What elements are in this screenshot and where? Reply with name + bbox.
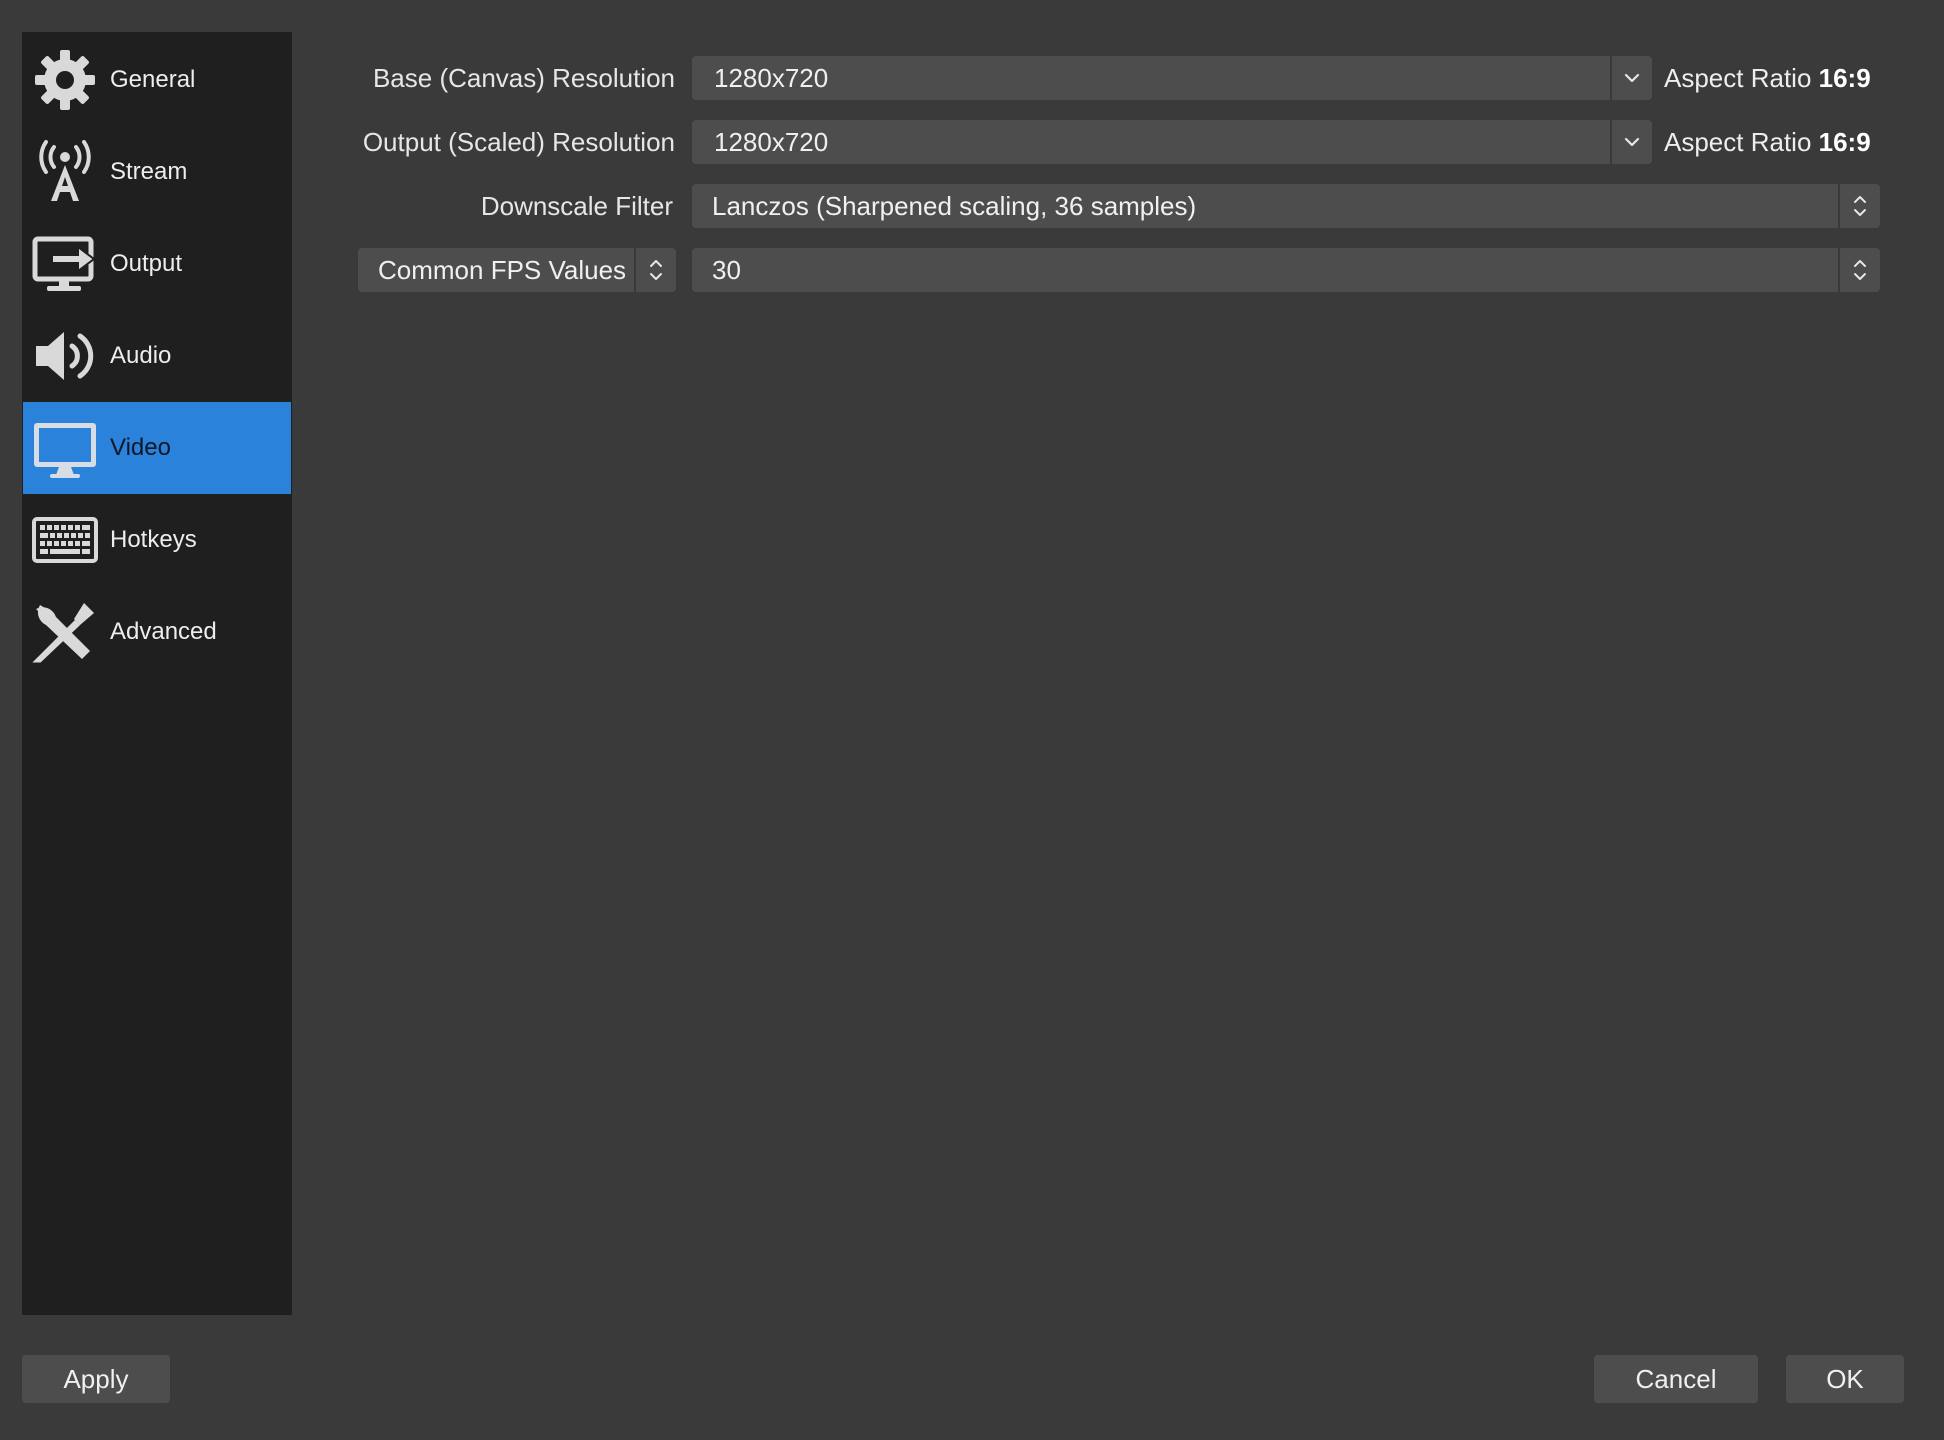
base-resolution-row: Base (Canvas) Resolution 1280x720 Aspect…: [300, 56, 1890, 100]
up-down-arrows-icon[interactable]: [1838, 184, 1880, 228]
monitor-icon: [32, 415, 98, 481]
sidebar-item-label: Audio: [110, 342, 172, 369]
sidebar-item-label: Advanced: [110, 618, 217, 645]
fps-type-select[interactable]: Common FPS Values: [358, 248, 676, 292]
output-resolution-row: Output (Scaled) Resolution 1280x720 Aspe…: [300, 120, 1890, 164]
sidebar-item-label: Video: [110, 434, 171, 461]
downscale-filter-value: Lanczos (Sharpened scaling, 36 samples): [712, 190, 1197, 221]
output-aspect-ratio: Aspect Ratio 16:9: [1664, 127, 1871, 157]
tools-icon: [32, 599, 98, 665]
sidebar-item-audio[interactable]: Audio: [22, 310, 292, 402]
base-resolution-combo[interactable]: 1280x720: [692, 56, 1652, 100]
apply-button[interactable]: Apply: [22, 1355, 170, 1403]
keyboard-icon: [32, 507, 98, 573]
downscale-filter-row: Downscale Filter Lanczos (Sharpened scal…: [300, 184, 1890, 228]
cancel-button[interactable]: Cancel: [1594, 1355, 1758, 1403]
sidebar-item-general[interactable]: General: [22, 34, 292, 126]
sidebar-item-label: Stream: [110, 158, 188, 185]
sidebar-item-advanced[interactable]: Advanced: [22, 586, 292, 678]
settings-window: General Stream Output Audio Video Hotkey…: [0, 0, 1944, 1440]
base-resolution-label: Base (Canvas) Resolution: [372, 63, 675, 93]
fps-value-select[interactable]: 30: [692, 248, 1880, 292]
fps-value: 30: [712, 254, 741, 285]
base-resolution-value: 1280x720: [714, 62, 829, 93]
output-resolution-combo[interactable]: 1280x720: [692, 120, 1652, 164]
output-monitor-icon: [32, 231, 98, 297]
base-aspect-ratio: Aspect Ratio 16:9: [1664, 63, 1871, 93]
sidebar-item-hotkeys[interactable]: Hotkeys: [22, 494, 292, 586]
downscale-filter-select[interactable]: Lanczos (Sharpened scaling, 36 samples): [692, 184, 1880, 228]
downscale-filter-label: Downscale Filter: [480, 191, 673, 221]
up-down-arrows-icon[interactable]: [1838, 248, 1880, 292]
up-down-arrows-icon[interactable]: [634, 248, 676, 292]
chevron-down-icon[interactable]: [1610, 120, 1652, 164]
fps-row: Common FPS Values 30: [300, 248, 1890, 292]
fps-type-label: Common FPS Values: [378, 254, 627, 285]
sidebar-item-label: Hotkeys: [110, 526, 197, 553]
sidebar-item-video[interactable]: Video: [23, 402, 291, 494]
settings-sidebar: General Stream Output Audio Video Hotkey…: [22, 32, 292, 1315]
antenna-icon: [32, 139, 98, 205]
chevron-down-icon[interactable]: [1610, 56, 1652, 100]
sidebar-item-label: Output: [110, 250, 183, 277]
gear-icon: [32, 47, 98, 113]
ok-button[interactable]: OK: [1786, 1355, 1904, 1403]
output-resolution-value: 1280x720: [714, 126, 829, 157]
sidebar-item-label: General: [110, 66, 196, 93]
speaker-icon: [32, 323, 98, 389]
sidebar-item-output[interactable]: Output: [22, 218, 292, 310]
output-resolution-label: Output (Scaled) Resolution: [362, 127, 675, 157]
sidebar-item-stream[interactable]: Stream: [22, 126, 292, 218]
